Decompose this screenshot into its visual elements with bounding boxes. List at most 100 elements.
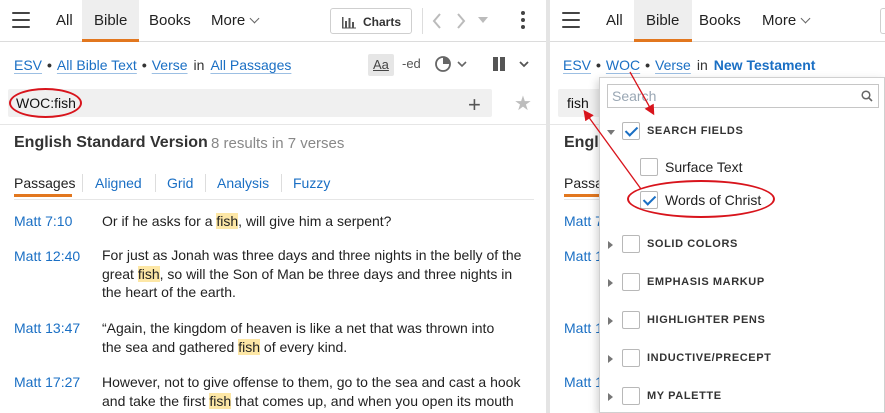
subtab-passages[interactable]: Passa bbox=[564, 175, 603, 191]
dropdown-group-row[interactable]: SOLID COLORS bbox=[600, 233, 885, 257]
verse-text: of every kind. bbox=[260, 338, 348, 355]
breadcrumb-unit[interactable]: Verse bbox=[152, 57, 188, 73]
tab-all[interactable]: All bbox=[56, 12, 73, 29]
separator bbox=[14, 199, 534, 200]
text-display-button[interactable]: Aa bbox=[368, 54, 394, 76]
left-toolbar: All Bible Books More Charts bbox=[0, 0, 546, 42]
add-search-icon[interactable]: + bbox=[468, 92, 481, 118]
subtab-passages[interactable]: Passages bbox=[14, 175, 75, 191]
verse-line: and take the first fish that comes up, a… bbox=[102, 392, 534, 411]
caret-right-icon[interactable] bbox=[608, 355, 613, 363]
dropdown-search-placeholder: Search bbox=[612, 88, 657, 104]
more-options-icon[interactable] bbox=[521, 11, 525, 32]
breadcrumb-unit[interactable]: Verse bbox=[655, 57, 691, 73]
app-window: All Bible Books More Charts ESV • All Bibl… bbox=[0, 0, 885, 413]
surface-text-checkbox[interactable] bbox=[640, 158, 658, 176]
result-ref[interactable]: Matt 1 bbox=[564, 248, 603, 264]
tab-bible[interactable]: Bible bbox=[94, 12, 127, 29]
charts-button-edge[interactable] bbox=[880, 8, 885, 34]
subtab-analysis[interactable]: Analysis bbox=[217, 175, 269, 191]
tab-more[interactable]: More bbox=[762, 12, 811, 29]
breadcrumb-scope[interactable]: WOC bbox=[606, 57, 640, 73]
search-fields-checkbox[interactable] bbox=[622, 122, 640, 140]
result-ref[interactable]: Matt 7 bbox=[564, 213, 603, 229]
forward-arrow-icon[interactable] bbox=[456, 12, 466, 30]
verse-text: great bbox=[102, 265, 138, 282]
subtab-divider bbox=[281, 174, 282, 192]
breadcrumb-dot: • bbox=[141, 57, 147, 73]
history-dropdown-icon[interactable] bbox=[478, 17, 488, 23]
dropdown-row-surface-text[interactable]: Surface Text bbox=[600, 156, 885, 180]
dropdown-group-row[interactable]: HIGHLIGHTER PENS bbox=[600, 309, 885, 333]
result-ref[interactable]: Matt 12:40 bbox=[14, 248, 80, 264]
subtab-active-indicator bbox=[14, 194, 72, 197]
tab-bible[interactable]: Bible bbox=[646, 12, 679, 29]
verse-line: “Again, the kingdom of heaven is like a … bbox=[102, 319, 534, 338]
star-icon[interactable]: ★ bbox=[514, 91, 532, 116]
breadcrumb-dot: • bbox=[645, 57, 651, 73]
breadcrumb-dot: • bbox=[596, 57, 601, 73]
tab-books[interactable]: Books bbox=[699, 12, 741, 29]
group-checkbox[interactable] bbox=[622, 349, 640, 367]
group-checkbox[interactable] bbox=[622, 311, 640, 329]
caret-down-icon[interactable] bbox=[607, 130, 615, 135]
tab-all[interactable]: All bbox=[606, 12, 623, 29]
tab-books[interactable]: Books bbox=[149, 12, 191, 29]
subtab-aligned[interactable]: Aligned bbox=[95, 175, 142, 191]
result-ref[interactable]: Matt 13:47 bbox=[14, 320, 80, 336]
morph-label: -ed bbox=[402, 56, 421, 71]
group-checkbox[interactable] bbox=[622, 387, 640, 405]
caret-right-icon[interactable] bbox=[608, 393, 613, 401]
highlight-hit: fish bbox=[137, 265, 160, 282]
caret-right-icon[interactable] bbox=[608, 241, 613, 249]
dropdown-group-row[interactable]: INDUCTIVE/PRECEPT bbox=[600, 347, 885, 371]
back-arrow-icon[interactable] bbox=[432, 12, 442, 30]
chevron-down-icon[interactable] bbox=[518, 61, 530, 69]
search-input[interactable]: WOC:fish bbox=[8, 89, 492, 117]
version-name: English Standard Version bbox=[14, 134, 208, 151]
breadcrumb-range[interactable]: New Testament bbox=[714, 57, 816, 73]
verse-line: the sea and gathered fish of every kind. bbox=[102, 338, 534, 357]
breadcrumb-range[interactable]: All Passages bbox=[210, 57, 291, 73]
subtab-divider bbox=[82, 174, 83, 192]
dropdown-row-search-fields[interactable]: SEARCH FIELDS bbox=[600, 120, 885, 144]
subtab-fuzzy[interactable]: Fuzzy bbox=[293, 175, 330, 191]
verse-text: the sea and gathered bbox=[102, 338, 239, 355]
dropdown-search-input[interactable]: Search bbox=[607, 84, 879, 108]
highlight-hit: fish bbox=[209, 392, 232, 409]
verse-text: the heart of the earth. bbox=[102, 284, 236, 300]
dropdown-group-row[interactable]: MY PALETTE bbox=[600, 385, 885, 409]
group-checkbox[interactable] bbox=[622, 235, 640, 253]
visual-filter-icon[interactable] bbox=[434, 55, 468, 73]
tab-more[interactable]: More bbox=[211, 12, 260, 29]
result-ref[interactable]: Matt 17:27 bbox=[14, 374, 80, 390]
breadcrumb-in: in bbox=[193, 57, 205, 73]
dropdown-group-row[interactable]: EMPHASIS MARKUP bbox=[600, 271, 885, 295]
words-of-christ-checkbox[interactable] bbox=[640, 191, 658, 209]
breadcrumb-scope[interactable]: All Bible Text bbox=[57, 57, 137, 73]
group-checkbox[interactable] bbox=[622, 273, 640, 291]
caret-right-icon[interactable] bbox=[608, 279, 613, 287]
search-icon bbox=[861, 90, 873, 102]
breadcrumb-in: in bbox=[696, 57, 708, 73]
result-ref[interactable]: Matt 1 bbox=[564, 320, 603, 336]
dropdown-row-words-of-christ[interactable]: Words of Christ bbox=[600, 189, 885, 213]
group-label: INDUCTIVE/PRECEPT bbox=[647, 352, 772, 364]
breadcrumb-version[interactable]: ESV bbox=[14, 57, 42, 73]
columns-icon[interactable] bbox=[492, 57, 506, 71]
result-ref[interactable]: Matt 1 bbox=[564, 374, 603, 390]
breadcrumb: ESV • WOC • Verse in New Testament bbox=[563, 57, 815, 73]
result-count: 8 results in 7 verses bbox=[211, 135, 345, 152]
charts-button[interactable]: Charts bbox=[330, 8, 412, 34]
caret-right-icon[interactable] bbox=[608, 317, 613, 325]
verse-text: “Again, the kingdom of heaven is like a … bbox=[102, 320, 495, 336]
verse-text: However, not to give offense to them, go… bbox=[102, 374, 521, 390]
menu-icon[interactable] bbox=[12, 12, 30, 28]
breadcrumb-version[interactable]: ESV bbox=[563, 57, 591, 73]
subtab-divider bbox=[155, 174, 156, 192]
scope-dropdown: Search SEARCH FIELDS Surface Text Words … bbox=[599, 77, 885, 413]
morph-button[interactable]: -ed bbox=[402, 56, 421, 71]
result-ref[interactable]: Matt 7:10 bbox=[14, 213, 72, 229]
subtab-grid[interactable]: Grid bbox=[167, 175, 193, 191]
menu-icon[interactable] bbox=[562, 12, 580, 28]
